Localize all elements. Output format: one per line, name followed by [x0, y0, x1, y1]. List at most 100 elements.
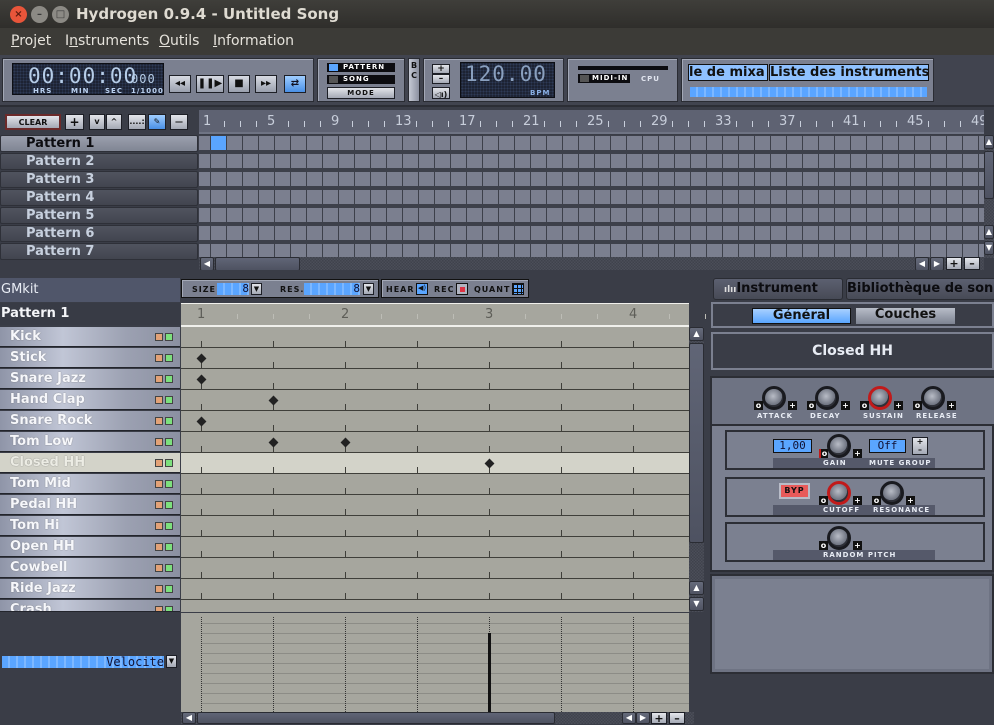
pattern-horizontal-scrollbar[interactable]: ◀ ◀ ▶ + – — [181, 712, 694, 724]
song-cell[interactable] — [627, 244, 642, 258]
pattern-scroll-right-icon[interactable]: ▶ — [636, 712, 650, 724]
envelope-knob-release[interactable] — [921, 386, 945, 410]
song-cell[interactable] — [291, 208, 306, 222]
song-cell[interactable] — [579, 226, 594, 240]
song-cell[interactable] — [835, 208, 850, 222]
song-cell[interactable] — [211, 226, 226, 240]
song-cell[interactable] — [595, 190, 610, 204]
song-cell[interactable] — [819, 226, 834, 240]
song-cell[interactable] — [387, 244, 402, 258]
mute-icon[interactable] — [155, 522, 163, 530]
song-cell[interactable] — [899, 190, 914, 204]
song-cell[interactable] — [739, 244, 754, 258]
song-cell[interactable] — [387, 136, 402, 150]
solo-icon[interactable] — [165, 354, 173, 362]
song-cell[interactable] — [643, 136, 658, 150]
solo-icon[interactable] — [165, 459, 173, 467]
pattern-row[interactable] — [181, 558, 689, 579]
song-cell[interactable] — [963, 208, 978, 222]
song-cell[interactable] — [403, 172, 418, 186]
song-cell[interactable] — [867, 226, 882, 240]
song-cell[interactable] — [451, 208, 466, 222]
pattern-scroll-up-top-icon[interactable]: ▲ — [689, 327, 704, 341]
song-cell[interactable] — [451, 226, 466, 240]
song-scroll-up-top-icon[interactable]: ▲ — [984, 135, 994, 149]
solo-icon[interactable] — [165, 543, 173, 551]
song-cell[interactable] — [755, 154, 770, 168]
song-cell[interactable] — [451, 172, 466, 186]
song-cell[interactable] — [323, 172, 338, 186]
song-cell[interactable] — [819, 172, 834, 186]
song-cell[interactable] — [515, 244, 530, 258]
song-cell[interactable] — [339, 226, 354, 240]
song-cell[interactable] — [563, 136, 578, 150]
song-cell[interactable] — [931, 208, 946, 222]
pattern-vertical-scrollbar[interactable]: ▲ ▲ ▼ — [689, 327, 704, 612]
song-cell[interactable] — [211, 172, 226, 186]
song-cell[interactable] — [515, 190, 530, 204]
song-cell[interactable] — [947, 172, 962, 186]
song-cell[interactable] — [307, 244, 322, 258]
song-cell[interactable] — [675, 226, 690, 240]
song-cell[interactable] — [371, 244, 386, 258]
song-cell[interactable] — [531, 136, 546, 150]
song-cell[interactable] — [915, 172, 930, 186]
song-cell[interactable] — [675, 136, 690, 150]
pattern-ruler[interactable]: 1 2 3 4 — [181, 303, 742, 327]
instrument-row[interactable]: Hand Clap — [0, 390, 180, 410]
hear-toggle[interactable]: ◀) — [416, 283, 428, 295]
song-cell[interactable] — [243, 190, 258, 204]
song-cell[interactable] — [323, 154, 338, 168]
song-cell[interactable] — [275, 154, 290, 168]
song-cell[interactable] — [259, 244, 274, 258]
song-cell[interactable] — [819, 244, 834, 258]
song-cell[interactable] — [339, 190, 354, 204]
song-cell[interactable] — [339, 172, 354, 186]
song-cell[interactable] — [227, 172, 242, 186]
solo-icon[interactable] — [165, 375, 173, 383]
bypass-button[interactable]: BYP — [779, 483, 810, 499]
song-cell[interactable] — [915, 190, 930, 204]
instrument-row[interactable]: Stick — [0, 348, 180, 368]
song-cell[interactable] — [883, 226, 898, 240]
pattern-row[interactable] — [181, 495, 689, 516]
song-cell[interactable] — [579, 190, 594, 204]
song-cell[interactable] — [803, 136, 818, 150]
song-cell[interactable] — [419, 208, 434, 222]
song-cell[interactable] — [291, 136, 306, 150]
mode-button[interactable]: MODE — [327, 87, 395, 99]
song-cell[interactable] — [835, 136, 850, 150]
instrument-row[interactable]: Snare Rock — [0, 411, 180, 431]
song-cell[interactable] — [963, 244, 978, 258]
quantize-grid-icon[interactable] — [512, 283, 524, 295]
select-mode-button[interactable]: ....: — [128, 114, 146, 130]
song-cell[interactable] — [675, 172, 690, 186]
mute-icon[interactable] — [155, 585, 163, 593]
clear-button[interactable]: CLEAR — [5, 114, 61, 130]
song-cell[interactable] — [899, 172, 914, 186]
song-cell[interactable] — [947, 244, 962, 258]
song-cell[interactable] — [867, 154, 882, 168]
pattern-list-item[interactable]: Pattern 7 — [0, 243, 198, 260]
song-cell[interactable] — [771, 244, 786, 258]
bc-toggle[interactable]: B C — [408, 58, 420, 102]
song-cell[interactable] — [259, 190, 274, 204]
song-cell[interactable] — [435, 226, 450, 240]
size-value[interactable]: 8 — [217, 283, 249, 295]
song-cell[interactable] — [307, 136, 322, 150]
song-cell[interactable] — [451, 136, 466, 150]
pattern-list-item[interactable]: Pattern 5 — [0, 207, 198, 224]
song-cell[interactable] — [419, 172, 434, 186]
song-cell[interactable] — [563, 226, 578, 240]
song-cell[interactable] — [323, 208, 338, 222]
song-cell[interactable] — [611, 136, 626, 150]
song-cell[interactable] — [515, 226, 530, 240]
song-cell[interactable] — [531, 208, 546, 222]
pattern-grid[interactable] — [181, 327, 689, 612]
song-cell[interactable] — [803, 208, 818, 222]
song-cell[interactable] — [435, 208, 450, 222]
song-cell[interactable] — [259, 136, 274, 150]
mute-icon[interactable] — [155, 417, 163, 425]
song-zoom-in-button[interactable]: + — [946, 257, 962, 270]
menu-information[interactable]: Information — [213, 33, 294, 49]
